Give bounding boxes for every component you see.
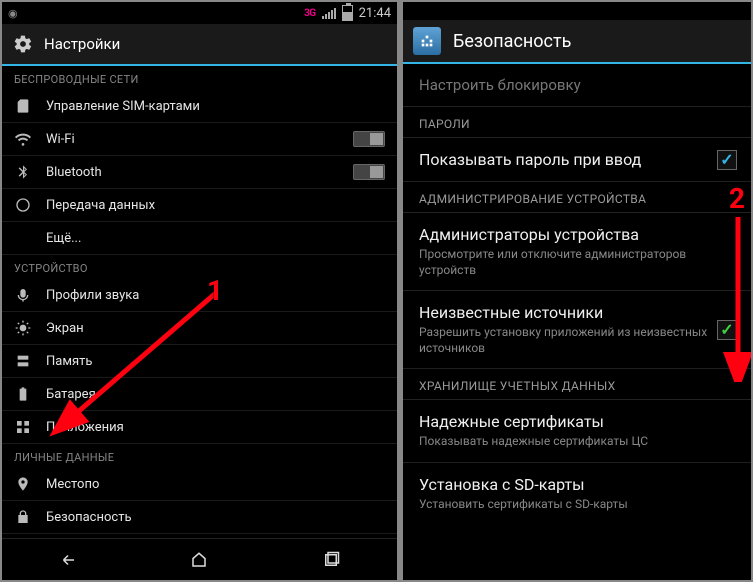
row-trusted-certs[interactable]: Надежные сертификаты Показывать надежные… — [403, 400, 751, 463]
row-more[interactable]: Ещё... — [2, 222, 397, 255]
row-label: Профили звука — [46, 288, 139, 303]
row-wifi[interactable]: Wi-Fi — [2, 123, 397, 156]
row-title: Показывать пароль при ввод — [419, 150, 735, 169]
settings-list[interactable]: БЕСПРОВОДНЫЕ СЕТИ Управление SIM-картами… — [2, 66, 397, 538]
row-apps[interactable]: Приложения — [2, 411, 397, 444]
security-header-icon — [413, 27, 441, 55]
row-storage[interactable]: Память — [2, 345, 397, 378]
spacer-icon — [14, 229, 32, 247]
lock-icon — [14, 508, 32, 526]
row-label: Память — [46, 354, 92, 369]
app-title: Настройки — [44, 35, 120, 53]
row-install-sd[interactable]: Установка с SD-карты Установить сертифик… — [403, 463, 751, 525]
display-icon — [14, 319, 32, 337]
row-label: Управление SIM-картами — [46, 99, 200, 114]
data-icon — [14, 196, 32, 214]
row-subtitle: Показывать надежные сертификаты ЦС — [419, 434, 735, 450]
row-bluetooth[interactable]: Bluetooth — [2, 156, 397, 189]
row-show-password[interactable]: Показывать пароль при ввод — [403, 138, 751, 182]
network-badge: 3G — [304, 8, 316, 19]
section-wireless: БЕСПРОВОДНЫЕ СЕТИ — [2, 66, 397, 90]
row-title: Надежные сертификаты — [419, 412, 735, 431]
battery-icon — [342, 5, 353, 21]
row-label: Безопасность — [46, 510, 132, 525]
security-screen: Безопасность Настроить блокировку ПАРОЛИ… — [403, 2, 751, 580]
signal-icon — [322, 8, 336, 19]
status-bar — [403, 2, 751, 20]
annotation-label-1: 1 — [207, 274, 223, 307]
battery-icon-row — [14, 385, 32, 403]
recents-button[interactable] — [311, 546, 351, 574]
row-label: Приложения — [46, 420, 124, 435]
unknown-sources-checkbox[interactable] — [717, 320, 737, 340]
section-device: УСТРОЙСТВО — [2, 255, 397, 279]
home-button[interactable] — [179, 546, 219, 574]
row-screenlock[interactable]: Настроить блокировку — [403, 64, 751, 107]
row-label: Ещё... — [46, 231, 81, 246]
row-security[interactable]: Безопасность — [2, 501, 397, 534]
row-display[interactable]: Экран — [2, 312, 397, 345]
show-password-checkbox[interactable] — [717, 150, 737, 170]
row-unknown-sources[interactable]: Неизвестные источники Разрешить установк… — [403, 291, 751, 369]
app-header: Безопасность — [403, 20, 751, 64]
apps-icon — [14, 418, 32, 436]
app-header: Настройки — [2, 24, 397, 66]
row-sim[interactable]: Управление SIM-картами — [2, 90, 397, 123]
row-title: Неизвестные источники — [419, 303, 735, 322]
row-battery[interactable]: Батарея — [2, 378, 397, 411]
navigation-bar — [2, 538, 397, 580]
section-admin: АДМИНИСТРИРОВАНИЕ УСТРОЙСТВА — [403, 182, 751, 213]
row-label: Батарея — [46, 387, 96, 402]
wifi-toggle[interactable] — [353, 131, 385, 147]
security-list[interactable]: Настроить блокировку ПАРОЛИ Показывать п… — [403, 64, 751, 580]
row-audio[interactable]: Профили звука — [2, 279, 397, 312]
section-credentials: ХРАНИЛИЩЕ УЧЕТНЫХ ДАННЫХ — [403, 369, 751, 400]
location-icon — [14, 475, 32, 493]
section-personal: ЛИЧНЫЕ ДАННЫЕ — [2, 444, 397, 468]
row-location[interactable]: Местопо — [2, 468, 397, 501]
radio-icon: ◉ — [8, 7, 18, 20]
bluetooth-toggle[interactable] — [353, 164, 385, 180]
row-label: Передача данных — [46, 198, 155, 213]
row-title: Установка с SD-карты — [419, 475, 735, 494]
row-label: Местопо — [46, 477, 99, 492]
status-bar: ◉ 3G 21:44 — [2, 2, 397, 24]
back-button[interactable] — [48, 546, 88, 574]
bluetooth-icon — [14, 163, 32, 181]
gear-icon — [12, 33, 34, 55]
annotation-label-2: 2 — [729, 182, 745, 215]
app-title: Безопасность — [453, 31, 571, 52]
row-subtitle: Просмотрите или отключите администраторо… — [419, 247, 735, 278]
row-title: Настроить блокировку — [419, 76, 735, 94]
audio-icon — [14, 286, 32, 304]
row-label: Экран — [46, 321, 84, 336]
row-subtitle: Разрешить установку приложений из неизве… — [419, 325, 735, 356]
clock: 21:44 — [359, 6, 391, 21]
sim-icon — [14, 97, 32, 115]
storage-icon — [14, 352, 32, 370]
row-title: Администраторы устройства — [419, 225, 735, 244]
wifi-icon — [14, 130, 32, 148]
section-passwords: ПАРОЛИ — [403, 107, 751, 138]
settings-screen: ◉ 3G 21:44 Настройки БЕСПРОВОДНЫЕ СЕТИ У… — [2, 2, 397, 580]
row-label: Wi-Fi — [46, 132, 75, 147]
row-label: Bluetooth — [46, 165, 102, 180]
row-data[interactable]: Передача данных — [2, 189, 397, 222]
row-device-admins[interactable]: Администраторы устройства Просмотрите ил… — [403, 213, 751, 291]
row-subtitle: Установить сертификаты с SD-карты — [419, 497, 735, 513]
